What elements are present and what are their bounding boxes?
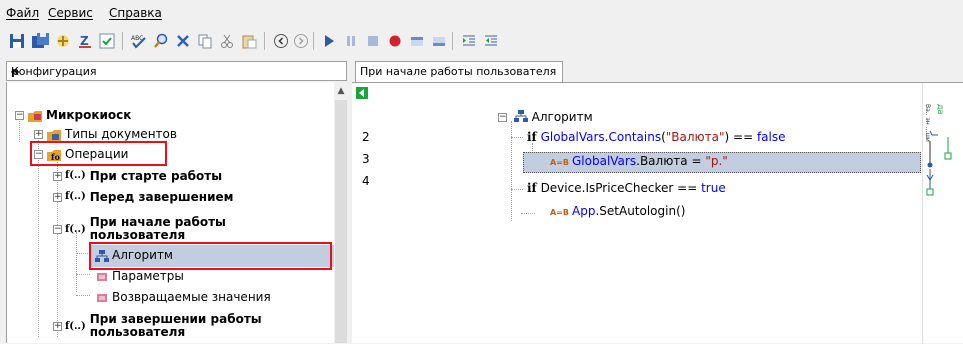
scroll-up-icon[interactable]: ▲ <box>334 84 348 98</box>
collapse-icon[interactable]: − <box>53 225 62 234</box>
call-icon: A=B <box>550 208 569 217</box>
toolbar: Z ABC <box>0 26 963 60</box>
paste-icon[interactable] <box>238 30 260 52</box>
highlight-box-algorithm <box>89 242 332 270</box>
spellcheck-icon[interactable]: ABC <box>128 30 150 52</box>
expand-icon[interactable]: + <box>53 322 62 331</box>
delete-icon[interactable] <box>172 30 194 52</box>
tab-on-user-start[interactable]: При начале работы пользователя <box>355 61 563 82</box>
expand-icon[interactable]: + <box>53 172 62 181</box>
back-icon[interactable] <box>270 30 292 52</box>
run-icon[interactable] <box>318 30 340 52</box>
parameters-icon <box>95 270 109 287</box>
step-over-icon[interactable] <box>406 30 428 52</box>
collapse-icon[interactable]: − <box>15 111 24 120</box>
tree-item-parameters[interactable]: Параметры <box>95 269 184 287</box>
if-statement-2[interactable]: if Device.IsPriceChecker == true <box>527 181 726 195</box>
search-icon[interactable] <box>150 30 172 52</box>
if-statement-1[interactable]: if GlobalVars.Contains("Валюта") == fals… <box>527 130 786 144</box>
flow-label-branch: Ва.. эн ...ши <box>924 104 931 142</box>
tree-item-microkiosk[interactable]: − Микрокиоск <box>15 108 131 126</box>
svg-text:Z: Z <box>80 34 89 48</box>
pin-icon[interactable]: ᵽ <box>11 65 340 78</box>
pause-icon[interactable] <box>340 30 362 52</box>
assignment-icon: A=B <box>550 158 569 167</box>
properties-icon[interactable] <box>96 30 118 52</box>
step-into-icon[interactable] <box>428 30 450 52</box>
flowchart-preview: да Ва.. эн ...ши <box>924 104 952 196</box>
save-all-icon[interactable] <box>30 30 52 52</box>
indent-icon[interactable] <box>458 30 480 52</box>
save-icon[interactable] <box>6 30 28 52</box>
copy-icon[interactable] <box>194 30 216 52</box>
return-values-icon <box>95 291 109 308</box>
scrollbar-thumb[interactable] <box>335 100 347 343</box>
line-number: 3 <box>362 152 370 166</box>
collapse-icon[interactable]: − <box>498 113 507 122</box>
tree-item-return-values[interactable]: Возвращаемые значения <box>95 290 271 308</box>
menu-help[interactable]: Справка <box>109 6 162 20</box>
tree-scrollbar[interactable]: ▲ <box>334 82 348 343</box>
assignment-statement-1[interactable]: A=B GlobalVars.Валюта = "р." <box>550 154 728 168</box>
configuration-tree: − Микрокиоск + Типы документов − fo Опер… <box>6 82 348 343</box>
algorithm-editor[interactable]: 2 3 4 − Алгоритм if GlobalVars.Contains(… <box>352 82 963 344</box>
menu-file[interactable]: Файл <box>6 6 39 20</box>
flow-label-yes: да <box>936 104 945 115</box>
algorithm-icon <box>513 110 532 126</box>
collapse-left-icon[interactable] <box>356 87 368 99</box>
cut-icon[interactable] <box>216 30 238 52</box>
forward-icon[interactable] <box>290 30 312 52</box>
expand-icon[interactable]: + <box>34 130 43 139</box>
underline-icon[interactable]: Z <box>74 30 96 52</box>
product-folder-icon <box>27 109 43 126</box>
configuration-panel-header: Конфигурация ᵽ <box>6 61 347 81</box>
function-icon: f(..) <box>65 191 86 202</box>
tree-item-before-exit[interactable]: + f(..) Перед завершением <box>53 190 233 204</box>
expand-icon[interactable]: + <box>53 193 62 202</box>
menu-service[interactable]: Сервис <box>48 6 93 20</box>
stop-icon[interactable] <box>362 30 384 52</box>
add-icon[interactable] <box>52 30 74 52</box>
function-icon: f(..) <box>65 224 86 235</box>
algorithm-root[interactable]: − Алгоритм <box>498 109 593 126</box>
tree-item-on-user-start[interactable]: − f(..) При начале работы пользователя <box>53 216 226 242</box>
line-number: 2 <box>362 130 370 144</box>
call-statement-1[interactable]: A=B App.SetAutologin() <box>550 204 685 218</box>
line-number: 4 <box>362 174 370 188</box>
tree-item-on-user-end[interactable]: + f(..) При завершении работы пользовате… <box>53 313 262 339</box>
outdent-icon[interactable] <box>480 30 502 52</box>
function-icon: f(..) <box>65 170 86 181</box>
highlight-box-operations <box>30 141 167 166</box>
function-icon: f(..) <box>65 321 86 332</box>
tree-item-on-start[interactable]: + f(..) При старте работы <box>53 169 222 183</box>
breakpoint-icon[interactable] <box>384 30 406 52</box>
menu-bar: Файл Сервис Справка <box>0 0 963 26</box>
